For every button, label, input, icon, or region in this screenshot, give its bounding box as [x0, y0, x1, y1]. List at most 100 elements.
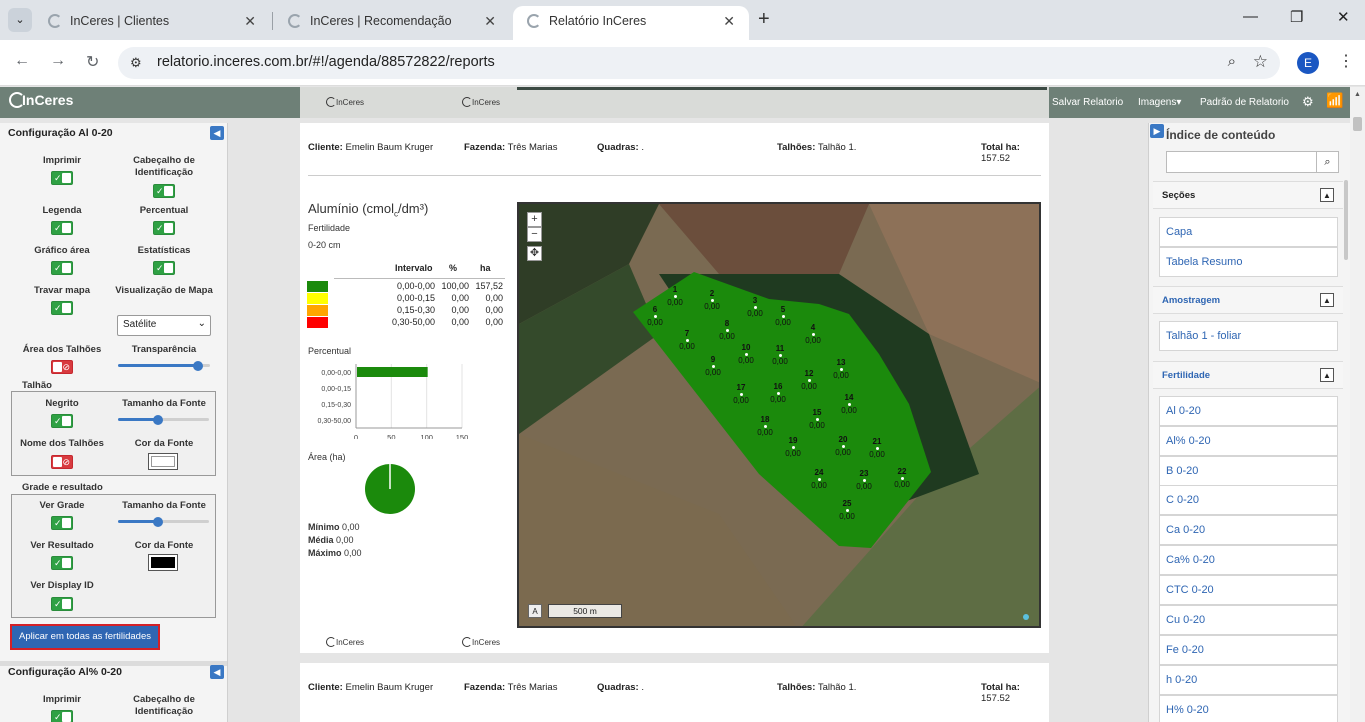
zoom-out-button[interactable]: −: [527, 227, 542, 242]
close-tab-icon[interactable]: ✕: [484, 6, 496, 36]
toc-item-ca[interactable]: Ca 0-20: [1159, 515, 1338, 545]
grade-font-size-thumb[interactable]: [153, 517, 163, 527]
map-point-value: 0,00: [839, 512, 855, 521]
chevron-up-icon[interactable]: ▲: [1320, 188, 1334, 202]
ver-display-toggle[interactable]: ✓: [51, 597, 73, 611]
grafico-area-toggle[interactable]: ✓: [51, 261, 73, 275]
map-info-icon[interactable]: [1023, 614, 1029, 620]
toc-item-ctc[interactable]: CTC 0-20: [1159, 575, 1338, 605]
tab-search-button[interactable]: ⌄: [8, 8, 32, 32]
map-point-value: 0,00: [679, 342, 695, 351]
map-view-select[interactable]: Satélite ⌄: [117, 315, 211, 336]
map-point-value: 0,00: [647, 318, 663, 327]
scroll-up-icon[interactable]: ▲: [1354, 91, 1361, 98]
toc-section-secoes[interactable]: Seções ▲: [1153, 181, 1343, 209]
area-talhoes-toggle[interactable]: ⊘: [51, 360, 73, 374]
site-info-icon[interactable]: ⚙: [130, 55, 142, 71]
profile-avatar[interactable]: E: [1297, 52, 1319, 74]
cabecalho-toggle[interactable]: ✓: [153, 184, 175, 198]
collapse-next-panel-icon[interactable]: ◀: [210, 665, 224, 679]
toc-item-talhao-foliar[interactable]: Talhão 1 - foliar: [1159, 321, 1338, 351]
talhao-section-title: Talhão: [22, 380, 52, 391]
grade-font-color-picker[interactable]: [148, 554, 178, 571]
search-icon[interactable]: ⌕: [1317, 151, 1339, 173]
toc-item-h-pct[interactable]: H% 0-20: [1159, 695, 1338, 722]
page-scrollbar[interactable]: ▲: [1350, 87, 1365, 722]
toc-item-al-pct[interactable]: Al% 0-20: [1159, 426, 1338, 456]
grade-font-size-slider[interactable]: [118, 520, 158, 523]
zoom-icon[interactable]: ⌕: [1228, 53, 1236, 70]
bookmark-star-icon[interactable]: ☆: [1253, 52, 1268, 72]
restore-icon[interactable]: ❐: [1290, 8, 1303, 26]
url-field[interactable]: ⚙ relatorio.inceres.com.br/#!/agenda/885…: [118, 47, 1280, 79]
toc-search-input[interactable]: [1166, 151, 1317, 173]
map-point-value: 0,00: [869, 450, 885, 459]
browser-menu-icon[interactable]: ⋮: [1338, 51, 1354, 71]
tab-relatorio[interactable]: Relatório InCeres ✕: [513, 6, 749, 40]
travar-mapa-toggle[interactable]: ✓: [51, 301, 73, 315]
back-icon[interactable]: ←: [14, 52, 30, 70]
ver-grade-toggle[interactable]: ✓: [51, 516, 73, 530]
nome-talhoes-toggle[interactable]: ⊘: [51, 455, 73, 469]
imagens-menu[interactable]: Imagens▾: [1138, 97, 1181, 108]
apply-all-fertilities-button[interactable]: Aplicar em todas as fertilidades: [10, 624, 160, 650]
scrollbar-thumb[interactable]: [1353, 117, 1362, 131]
tab-title: Relatório InCeres: [549, 14, 647, 28]
map-point-id: 21: [872, 437, 882, 446]
chevron-up-icon[interactable]: ▲: [1320, 368, 1334, 382]
transparency-slider-thumb[interactable]: [193, 361, 203, 371]
imprimir-toggle[interactable]: ✓: [51, 171, 73, 185]
percentual-toggle[interactable]: ✓: [153, 221, 175, 235]
visualizacao-label: Visualização de Mapa: [115, 285, 213, 296]
toc-item-tabela-resumo[interactable]: Tabela Resumo: [1159, 247, 1338, 277]
padrao-relatorio-link[interactable]: Padrão de Relatorio: [1200, 97, 1289, 108]
y-tick-label: 0,30-50,00: [318, 418, 352, 425]
forward-icon[interactable]: →: [50, 52, 66, 70]
map-point-id: 4: [810, 323, 816, 332]
talhao-font-size-thumb[interactable]: [153, 415, 163, 425]
close-tab-icon[interactable]: ✕: [244, 6, 256, 36]
collapse-panel-icon[interactable]: ◀: [210, 126, 224, 140]
map-point-value: 0,00: [811, 481, 827, 490]
toc-item-capa[interactable]: Capa: [1159, 217, 1338, 247]
negrito-toggle[interactable]: ✓: [51, 414, 73, 428]
transparency-slider[interactable]: [118, 364, 198, 367]
legenda-toggle[interactable]: ✓: [51, 221, 73, 235]
browser-tab-bar: ⌄ InCeres | Clientes ✕ InCeres | Recomen…: [0, 0, 1365, 40]
map-point-id: 9: [710, 355, 716, 364]
toc-item-al[interactable]: Al 0-20: [1159, 396, 1338, 426]
satellite-map[interactable]: + − ✥ 1 0,00 2 0,00 3 0,00 4 0,00 5 0,00 6 0,00 7 0,0…: [517, 202, 1041, 628]
chevron-up-icon[interactable]: ▲: [1320, 293, 1334, 307]
total-ha-field: Total ha: 157.52: [981, 682, 1020, 704]
new-tab-button[interactable]: +: [758, 8, 770, 30]
close-tab-icon[interactable]: ✕: [723, 6, 735, 36]
report-title: Alumínio (cmolc/dm³): [308, 201, 429, 219]
talhao-font-color-picker[interactable]: [148, 453, 178, 470]
toc-item-fe[interactable]: Fe 0-20: [1159, 635, 1338, 665]
ver-resultado-toggle[interactable]: ✓: [51, 556, 73, 570]
salvar-relatorio-link[interactable]: Salvar Relatorio: [1052, 97, 1123, 108]
minimize-icon[interactable]: —: [1243, 8, 1258, 25]
reload-icon[interactable]: ↻: [86, 52, 99, 72]
close-window-icon[interactable]: ✕: [1337, 8, 1350, 26]
config-title: Configuração Al 0-20: [8, 127, 113, 139]
quadras-field: Quadras: .: [597, 142, 644, 153]
toc-item-ca-pct[interactable]: Ca% 0-20: [1159, 545, 1338, 575]
gear-icon[interactable]: ⚙: [1302, 94, 1314, 110]
zoom-in-button[interactable]: +: [527, 212, 542, 227]
tab-clientes[interactable]: InCeres | Clientes ✕: [34, 6, 270, 40]
talhao-font-size-slider[interactable]: [118, 418, 158, 421]
toc-section-fertilidade[interactable]: Fertilidade ▲: [1153, 361, 1343, 389]
legend-swatch: [307, 317, 328, 328]
toc-item-h[interactable]: h 0-20: [1159, 665, 1338, 695]
toc-item-b[interactable]: B 0-20: [1159, 456, 1338, 486]
toc-section-amostragem[interactable]: Amostragem ▲: [1153, 286, 1343, 314]
pan-move-icon[interactable]: ✥: [527, 246, 542, 261]
next-imprimir-toggle[interactable]: ✓: [51, 710, 73, 722]
expand-toc-icon[interactable]: ▶: [1150, 124, 1164, 138]
next-cabecalho-label: Cabeçalho de Identificação: [133, 694, 195, 717]
estatisticas-toggle[interactable]: ✓: [153, 261, 175, 275]
toc-item-cu[interactable]: Cu 0-20: [1159, 605, 1338, 635]
toc-item-c[interactable]: C 0-20: [1159, 485, 1338, 515]
tab-recomendacao[interactable]: InCeres | Recomendação ✕: [274, 6, 510, 40]
